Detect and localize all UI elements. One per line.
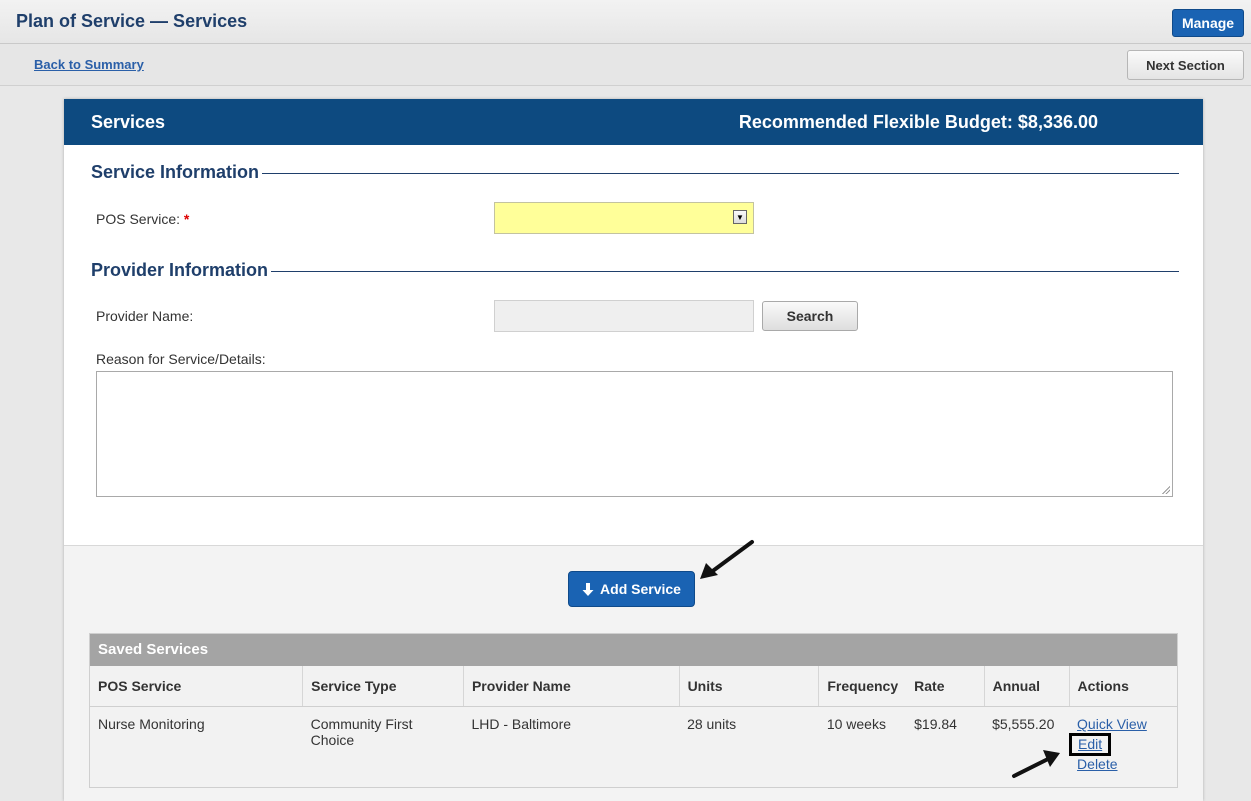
required-indicator: * [183, 211, 190, 227]
provider-information-heading: Provider Information [91, 260, 1179, 281]
reason-textarea[interactable] [96, 371, 1173, 497]
add-service-label: Add Service [600, 581, 681, 597]
column-header[interactable]: Annual [983, 666, 1070, 707]
provider-name-cell: LHD - Baltimore [471, 716, 572, 732]
navigation-bar: Back to Summary Next Section [0, 44, 1251, 86]
pos-service-cell: Nurse Monitoring [98, 716, 205, 732]
section-title: Provider Information [91, 260, 269, 280]
edit-highlight: Edit [1069, 733, 1112, 756]
quick-view-link[interactable]: Quick View [1077, 716, 1169, 733]
title-bar: Plan of Service — Services Manage [0, 0, 1251, 44]
annotation-arrow-icon [700, 540, 754, 579]
column-header[interactable]: POS Service [90, 666, 303, 707]
add-service-button[interactable]: Add Service [568, 571, 695, 607]
pos-service-select[interactable]: ▼ [494, 202, 754, 234]
panel-header: Services Recommended Flexible Budget: $8… [64, 99, 1203, 145]
heading-divider [262, 173, 1179, 174]
resize-grip-icon[interactable] [1161, 485, 1170, 494]
frequency-cell: 10 weeks [826, 716, 886, 732]
units-cell: 28 units [687, 716, 737, 732]
column-header[interactable]: Service Type [302, 666, 464, 707]
section-title: Service Information [91, 162, 260, 182]
provider-name-input[interactable] [494, 300, 754, 332]
dropdown-arrow-icon[interactable]: ▼ [733, 210, 747, 224]
saved-services-title: Saved Services [90, 634, 1177, 666]
page-title: Plan of Service — Services [16, 11, 248, 31]
annotation-arrow-icon [1012, 750, 1060, 778]
panel-title: Services [91, 112, 166, 132]
service-information-heading: Service Information [91, 162, 1179, 183]
next-section-button[interactable]: Next Section [1127, 50, 1244, 80]
search-button[interactable]: Search [762, 301, 858, 331]
heading-divider [271, 271, 1179, 272]
column-header: Actions [1068, 666, 1177, 707]
pos-service-label: POS Service: * [96, 211, 189, 227]
services-panel: Services Recommended Flexible Budget: $8… [64, 99, 1203, 801]
column-header[interactable]: Frequency [818, 666, 907, 707]
arrow-down-icon [582, 582, 594, 596]
delete-link[interactable]: Delete [1077, 756, 1169, 773]
table-header-row: POS Service Service Type Provider Name U… [90, 666, 1177, 707]
reason-label: Reason for Service/Details: [96, 351, 266, 367]
actions-cell: Quick View Edit Delete [1069, 707, 1177, 774]
column-header[interactable]: Provider Name [462, 666, 680, 707]
provider-name-label: Provider Name: [96, 308, 194, 324]
service-form: Service Information POS Service: * ▼ Pro… [64, 145, 1203, 546]
column-header[interactable]: Rate [906, 666, 985, 707]
back-to-summary-link[interactable]: Back to Summary [34, 57, 144, 72]
label-text: POS Service: [96, 211, 181, 227]
edit-link[interactable]: Edit [1078, 736, 1102, 753]
service-type-cell: Community First Choice [310, 716, 413, 748]
recommended-budget: Recommended Flexible Budget: $8,336.00 [738, 112, 1098, 132]
manage-button[interactable]: Manage [1172, 9, 1244, 37]
column-header[interactable]: Units [678, 666, 819, 707]
rate-cell: $19.84 [914, 716, 957, 732]
